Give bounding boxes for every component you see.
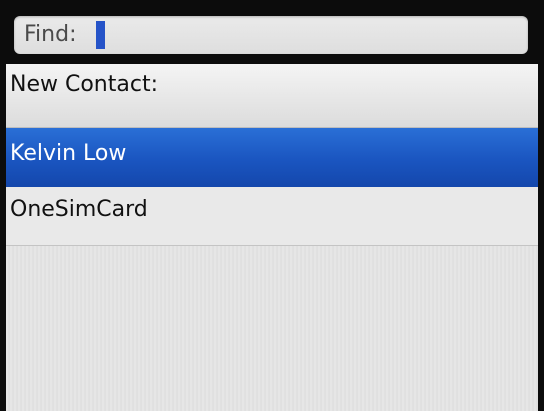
text-cursor (96, 21, 105, 49)
new-contact-label: New Contact: (10, 72, 158, 97)
find-input[interactable]: Find: (14, 16, 528, 54)
contact-name: Kelvin Low (10, 141, 127, 166)
contact-list: New Contact: Kelvin Low OneSimCard (6, 64, 538, 411)
find-label: Find: (24, 22, 77, 47)
find-bar: Find: (6, 8, 538, 64)
list-item-new-contact[interactable]: New Contact: (6, 64, 538, 128)
screen: Find: New Contact: Kelvin Low OneSimCard (0, 0, 544, 411)
list-item-onesimcard[interactable]: OneSimCard (6, 187, 538, 246)
list-item-kelvin-low[interactable]: Kelvin Low (6, 128, 538, 187)
contact-name: OneSimCard (10, 197, 148, 222)
